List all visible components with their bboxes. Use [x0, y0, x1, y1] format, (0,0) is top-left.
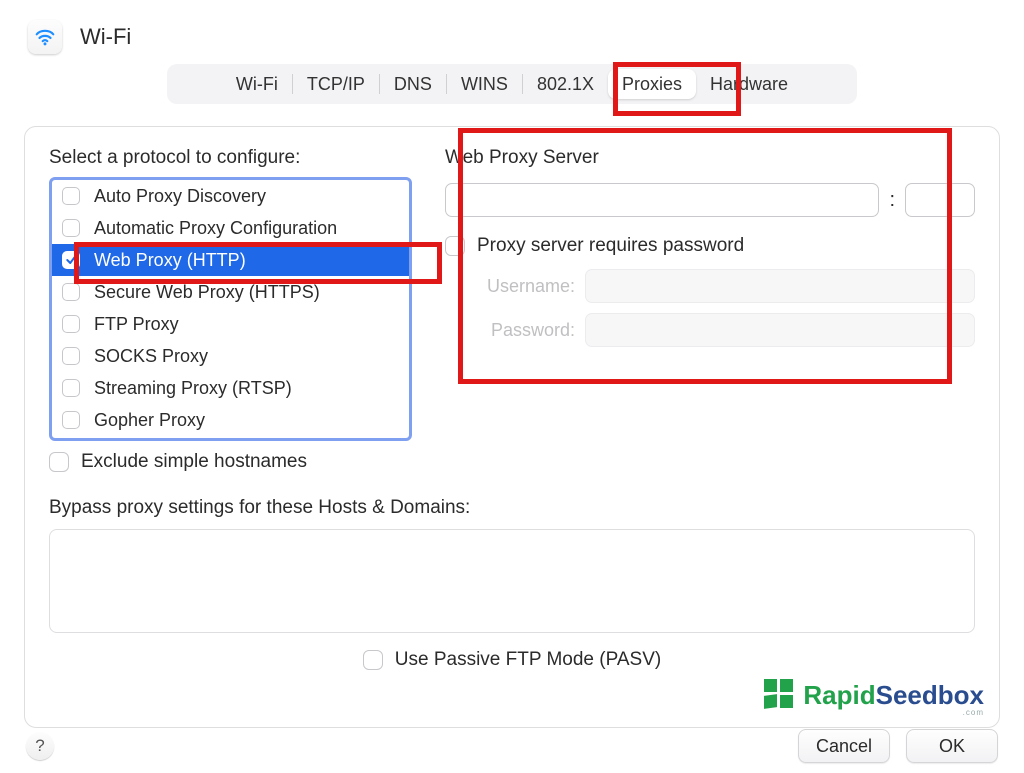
- requires-password-label: Proxy server requires password: [477, 235, 744, 257]
- help-button[interactable]: ?: [26, 732, 54, 760]
- header: Wi-Fi: [0, 0, 1024, 60]
- protocol-label: FTP Proxy: [94, 314, 179, 335]
- cancel-button[interactable]: Cancel: [798, 729, 890, 763]
- page-title: Wi-Fi: [80, 24, 131, 50]
- protocol-checkbox[interactable]: [62, 379, 80, 397]
- passive-ftp-checkbox[interactable]: [363, 650, 383, 670]
- protocol-column: Select a protocol to configure: Auto Pro…: [49, 147, 421, 473]
- tab-proxies[interactable]: Proxies: [608, 69, 696, 99]
- bypass-hosts-textarea[interactable]: [49, 529, 975, 633]
- footer: ? Cancel OK: [0, 729, 1024, 763]
- protocol-checkbox[interactable]: [62, 251, 80, 269]
- tab-hardware[interactable]: Hardware: [696, 69, 802, 99]
- tab-8021x[interactable]: 802.1X: [523, 69, 608, 99]
- protocol-checkbox[interactable]: [62, 219, 80, 237]
- protocol-row-secure-web-proxy-https[interactable]: Secure Web Proxy (HTTPS): [52, 276, 409, 308]
- protocol-section-label: Select a protocol to configure:: [49, 147, 421, 169]
- username-label: Username:: [445, 276, 585, 297]
- protocol-row-ftp-proxy[interactable]: FTP Proxy: [52, 308, 409, 340]
- protocol-list[interactable]: Auto Proxy Discovery Automatic Proxy Con…: [49, 177, 412, 441]
- ok-button[interactable]: OK: [906, 729, 998, 763]
- proxies-panel: Select a protocol to configure: Auto Pro…: [24, 126, 1000, 728]
- proxy-server-title: Web Proxy Server: [445, 147, 975, 169]
- protocol-label: Automatic Proxy Configuration: [94, 218, 337, 239]
- tab-bar: Wi-Fi TCP/IP DNS WINS 802.1X Proxies Har…: [167, 64, 857, 104]
- exclude-simple-hostnames-checkbox[interactable]: [49, 452, 69, 472]
- tab-dns[interactable]: DNS: [380, 69, 446, 99]
- protocol-label: Secure Web Proxy (HTTPS): [94, 282, 320, 303]
- protocol-label: Streaming Proxy (RTSP): [94, 378, 292, 399]
- password-label: Password:: [445, 320, 585, 341]
- network-prefs-window: Wi-Fi Wi-Fi TCP/IP DNS WINS 802.1X Proxi…: [0, 0, 1024, 773]
- protocol-label: SOCKS Proxy: [94, 346, 208, 367]
- tab-wifi[interactable]: Wi-Fi: [222, 69, 292, 99]
- requires-password-checkbox[interactable]: [445, 236, 465, 256]
- protocol-label: Gopher Proxy: [94, 410, 205, 431]
- protocol-checkbox[interactable]: [62, 411, 80, 429]
- password-input[interactable]: [585, 313, 975, 347]
- protocol-label: Auto Proxy Discovery: [94, 186, 266, 207]
- protocol-checkbox[interactable]: [62, 347, 80, 365]
- rapidseedbox-logo-icon: [764, 679, 796, 711]
- logo-text-rapid: Rapid: [803, 680, 875, 711]
- requires-password-row[interactable]: Proxy server requires password: [445, 235, 975, 257]
- exclude-simple-hostnames-row[interactable]: Exclude simple hostnames: [49, 451, 421, 473]
- protocol-row-automatic-config[interactable]: Automatic Proxy Configuration: [52, 212, 409, 244]
- proxy-port-input[interactable]: [905, 183, 975, 217]
- passive-ftp-label: Use Passive FTP Mode (PASV): [395, 649, 661, 671]
- protocol-checkbox[interactable]: [62, 283, 80, 301]
- tab-wins[interactable]: WINS: [447, 69, 522, 99]
- protocol-row-streaming-proxy-rtsp[interactable]: Streaming Proxy (RTSP): [52, 372, 409, 404]
- proxy-server-column: Web Proxy Server : Proxy server requires…: [445, 147, 975, 473]
- protocol-row-web-proxy-http[interactable]: Web Proxy (HTTP): [52, 244, 409, 276]
- bypass-label: Bypass proxy settings for these Hosts & …: [49, 497, 975, 519]
- protocol-row-auto-discovery[interactable]: Auto Proxy Discovery: [52, 180, 409, 212]
- logo-text-sub: .com: [963, 708, 984, 717]
- host-port-separator: :: [889, 189, 895, 212]
- rapidseedbox-logo: RapidSeedbox .com: [764, 679, 984, 711]
- protocol-row-socks-proxy[interactable]: SOCKS Proxy: [52, 340, 409, 372]
- protocol-checkbox[interactable]: [62, 315, 80, 333]
- username-input[interactable]: [585, 269, 975, 303]
- exclude-simple-hostnames-label: Exclude simple hostnames: [81, 451, 307, 473]
- protocol-checkbox[interactable]: [62, 187, 80, 205]
- proxy-host-input[interactable]: [445, 183, 879, 217]
- passive-ftp-row[interactable]: Use Passive FTP Mode (PASV): [49, 649, 975, 671]
- tab-tcpip[interactable]: TCP/IP: [293, 69, 379, 99]
- logo-text-seedbox: Seedbox: [876, 680, 984, 711]
- protocol-label: Web Proxy (HTTP): [94, 250, 246, 271]
- wifi-icon: [28, 20, 62, 54]
- protocol-row-gopher-proxy[interactable]: Gopher Proxy: [52, 404, 409, 436]
